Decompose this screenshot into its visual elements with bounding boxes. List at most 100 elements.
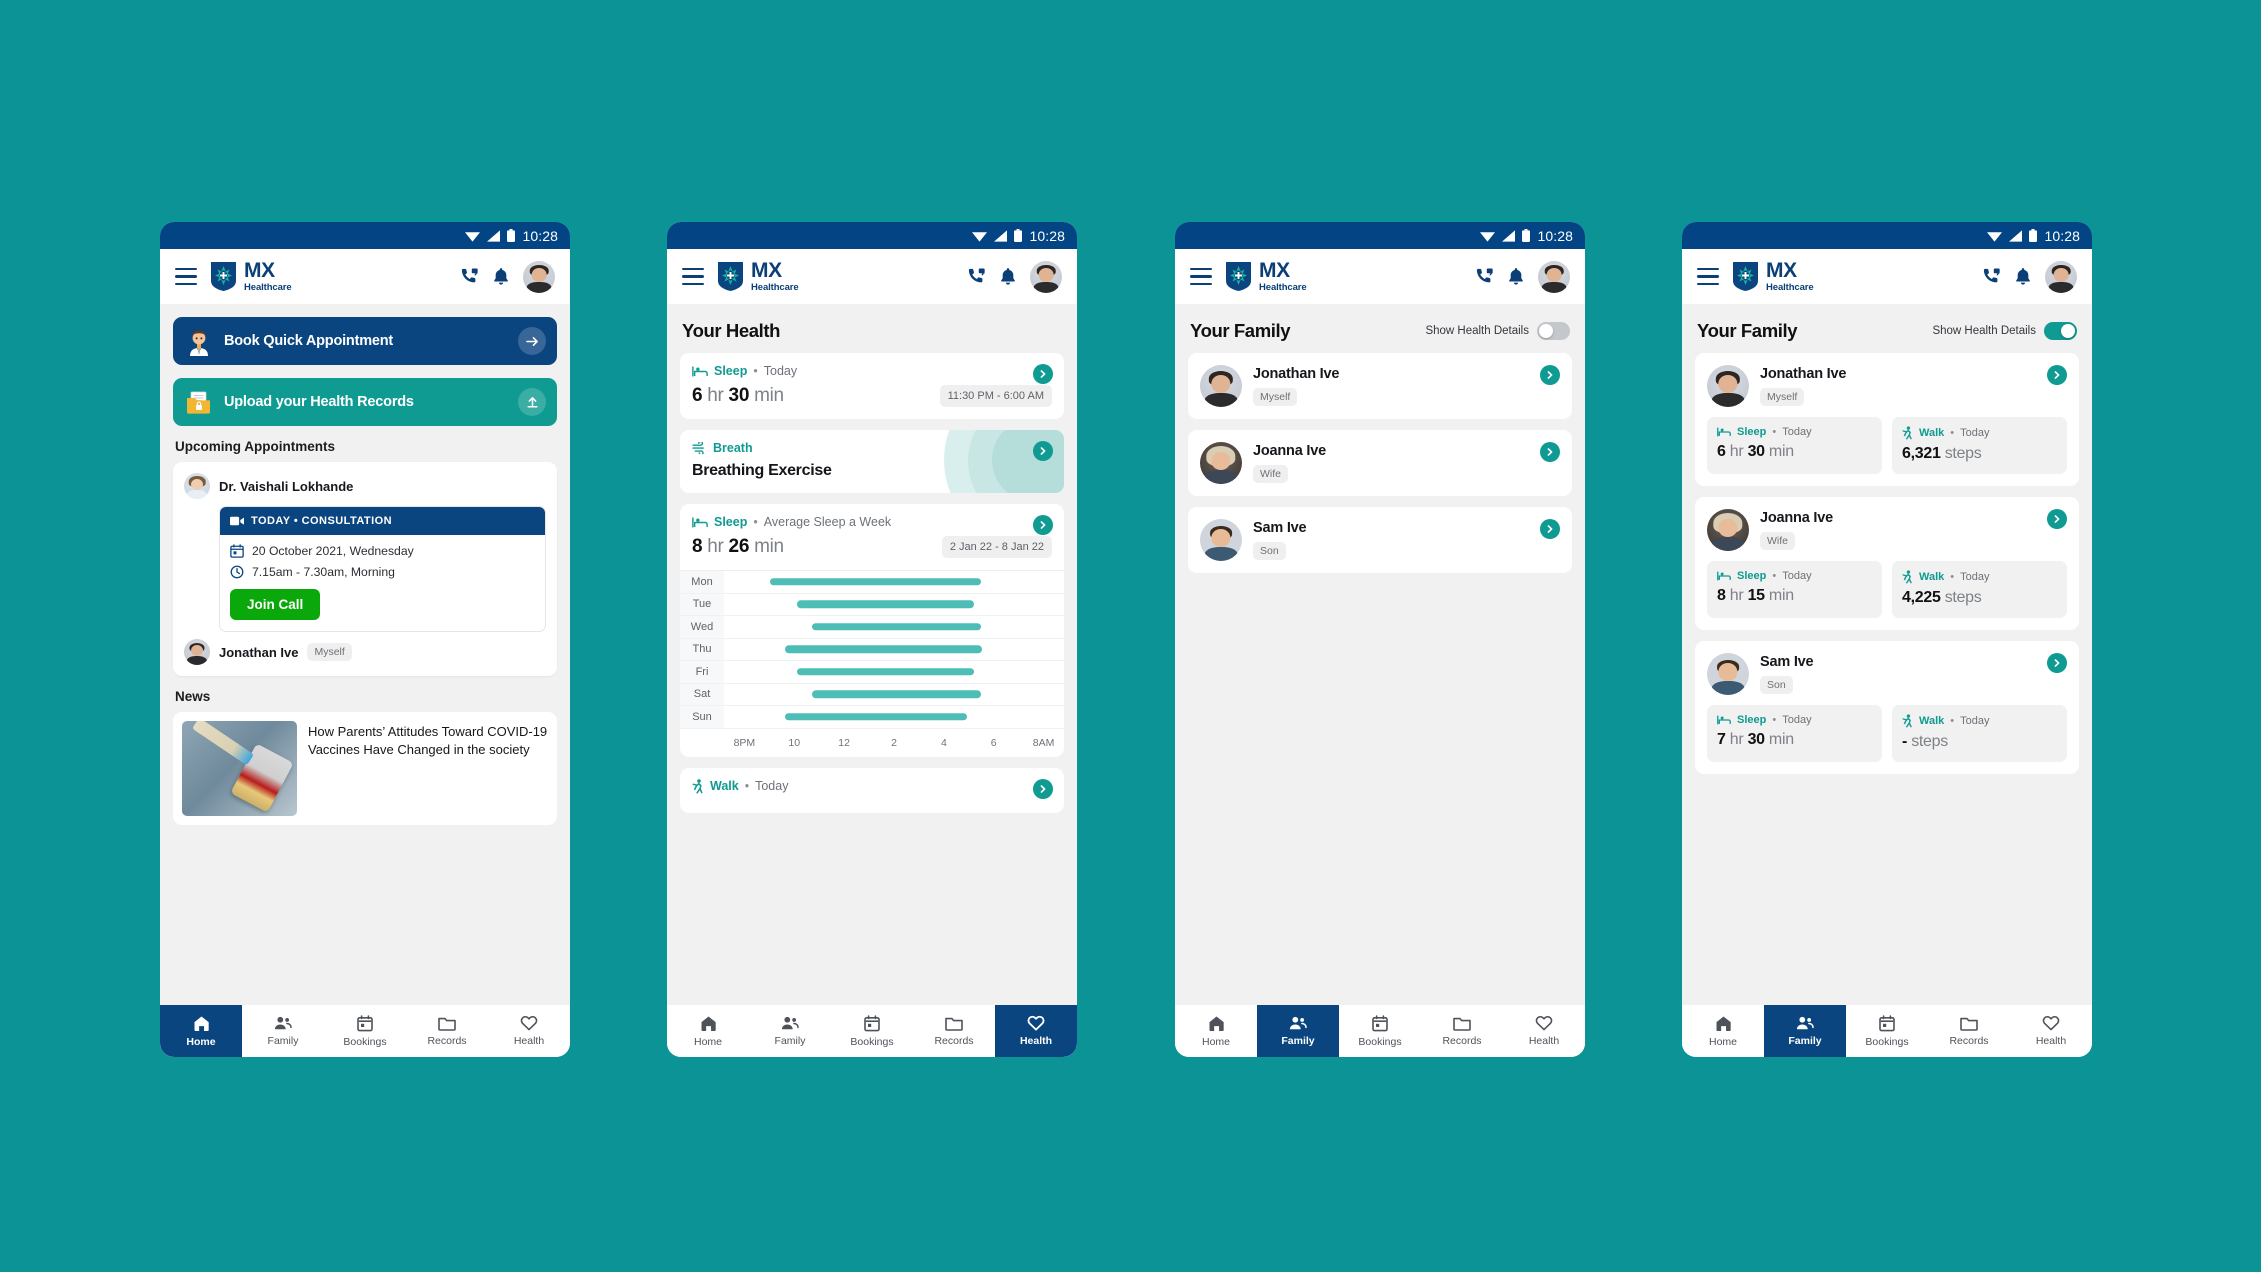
chart-row: Sun	[680, 706, 1064, 729]
show-health-details-toggle[interactable]	[2044, 322, 2077, 340]
bell-icon[interactable]	[2014, 267, 2032, 286]
family-page-head: Your Family Show Health Details	[1188, 304, 1572, 353]
nav-item-home[interactable]: Home	[667, 1005, 749, 1057]
family-member-card[interactable]: Joanna Ive Wife	[1188, 430, 1572, 496]
user-avatar[interactable]	[1538, 260, 1570, 293]
folder-icon	[1453, 1017, 1471, 1031]
chevron-right-icon[interactable]	[1033, 364, 1053, 384]
walk-stat[interactable]: Walk • Today - steps	[1892, 705, 2067, 762]
nav-item-health[interactable]: Health	[488, 1005, 570, 1057]
chevron-right-icon[interactable]	[1540, 442, 1560, 462]
home-scroll[interactable]: Book Quick Appointment Upload your Healt…	[160, 304, 570, 1057]
walk-stat[interactable]: Walk • Today 6,321 steps	[1892, 417, 2067, 474]
metric-period: Today	[755, 779, 789, 793]
chart-track	[724, 684, 1064, 706]
chevron-right-icon[interactable]	[2047, 365, 2067, 385]
phone-icon[interactable]	[1982, 267, 2001, 286]
home-icon	[1716, 1016, 1731, 1031]
walk-today-card[interactable]: Walk • Today	[680, 767, 1064, 813]
nav-item-health[interactable]: Health	[995, 1005, 1077, 1057]
nav-item-home[interactable]: Home	[160, 1005, 242, 1057]
upload-icon[interactable]	[518, 388, 546, 416]
nav-item-bookings[interactable]: Bookings	[1846, 1005, 1928, 1057]
join-call-button[interactable]: Join Call	[230, 589, 321, 620]
chevron-right-icon[interactable]	[1033, 441, 1053, 461]
nav-item-records[interactable]: Records	[406, 1005, 488, 1057]
chevron-right-icon[interactable]	[1540, 519, 1560, 539]
nav-item-home[interactable]: Home	[1175, 1005, 1257, 1057]
show-health-details-toggle[interactable]	[1537, 322, 1570, 340]
arrow-right-icon[interactable]	[518, 327, 546, 355]
bell-icon[interactable]	[999, 267, 1017, 286]
nav-item-home[interactable]: Home	[1682, 1005, 1764, 1057]
user-avatar[interactable]	[2045, 260, 2077, 293]
sleep-secondary: 30	[1747, 443, 1766, 460]
sleep-today-card[interactable]: Sleep • Today 6 hr 30 min 11:30 PM - 6:0…	[680, 353, 1064, 419]
phone-icon[interactable]	[1475, 267, 1494, 286]
menu-icon[interactable]	[1697, 267, 1719, 286]
health-scroll[interactable]: Your Health Sleep • Today 6 hr 30 min 11…	[667, 304, 1077, 1057]
family-member-card[interactable]: Sam Ive Son	[1188, 507, 1572, 573]
sleep-stat[interactable]: Sleep • Today 8 hr 15 min	[1707, 561, 1882, 618]
family-scroll[interactable]: Your Family Show Health Details Jonathan…	[1682, 304, 2092, 1057]
book-appointment-banner[interactable]: Book Quick Appointment	[173, 317, 557, 365]
nav-item-family[interactable]: Family	[749, 1005, 831, 1057]
sleep-stat[interactable]: Sleep • Today 7 hr 30 min	[1707, 705, 1882, 762]
family-scroll[interactable]: Your Family Show Health Details Jonathan…	[1175, 304, 1585, 1057]
nav-item-health[interactable]: Health	[2010, 1005, 2092, 1057]
nav-item-family[interactable]: Family	[1764, 1005, 1846, 1057]
bell-icon[interactable]	[492, 267, 510, 286]
status-time: 10:28	[2044, 227, 2080, 244]
brand-logo[interactable]: MX Healthcare	[1225, 260, 1307, 293]
breathing-exercise-card[interactable]: Breath Breathing Exercise	[680, 430, 1064, 493]
family-member-card[interactable]: Sam Ive Son Sleep • Today 7 hr 30 min Walk • Tod…	[1695, 641, 2079, 774]
bottom-navigation: Home Family Bookings Records Health	[1682, 1005, 2092, 1057]
nav-item-records[interactable]: Records	[1928, 1005, 2010, 1057]
appointment-card[interactable]: Dr. Vaishali Lokhande TODAY • CONSULTATI…	[173, 462, 557, 676]
family-member-card[interactable]: Joanna Ive Wife Sleep • Today 8 hr 15 min Walk…	[1695, 497, 2079, 630]
user-avatar[interactable]	[523, 260, 555, 293]
chart-day-label: Thu	[680, 638, 724, 660]
nav-item-bookings[interactable]: Bookings	[831, 1005, 913, 1057]
brand-logo[interactable]: MX Healthcare	[1732, 260, 1814, 293]
nav-label: Bookings	[1358, 1035, 1402, 1048]
signal-icon	[1502, 229, 1516, 242]
walk-stat[interactable]: Walk • Today 4,225 steps	[1892, 561, 2067, 618]
chart-row: Mon	[680, 571, 1064, 594]
menu-icon[interactable]	[1190, 267, 1212, 286]
bell-icon[interactable]	[1507, 267, 1525, 286]
nav-label: Records	[427, 1034, 467, 1047]
nav-item-family[interactable]: Family	[1257, 1005, 1339, 1057]
nav-item-records[interactable]: Records	[1421, 1005, 1503, 1057]
family-member-card[interactable]: Jonathan Ive Myself Sleep • Today 6 hr 30 min…	[1695, 353, 2079, 486]
chevron-right-icon[interactable]	[2047, 653, 2067, 673]
nav-item-health[interactable]: Health	[1503, 1005, 1585, 1057]
menu-icon[interactable]	[175, 267, 197, 286]
phone-icon[interactable]	[967, 267, 986, 286]
status-time: 10:28	[1537, 227, 1573, 244]
sleep-stat[interactable]: Sleep • Today 6 hr 30 min	[1707, 417, 1882, 474]
people-icon	[781, 1016, 799, 1030]
phone-icon[interactable]	[460, 267, 479, 286]
chevron-right-icon[interactable]	[1540, 365, 1560, 385]
brand-logo[interactable]: MX Healthcare	[210, 260, 292, 293]
upload-records-banner[interactable]: Upload your Health Records	[173, 378, 557, 426]
nav-item-bookings[interactable]: Bookings	[324, 1005, 406, 1057]
nav-label: Bookings	[850, 1035, 894, 1048]
chart-day-label: Fri	[680, 661, 724, 683]
brand-logo[interactable]: MX Healthcare	[717, 260, 799, 293]
signal-icon	[994, 229, 1008, 242]
metric-name: Sleep	[714, 364, 748, 378]
menu-icon[interactable]	[682, 267, 704, 286]
chevron-right-icon[interactable]	[2047, 509, 2067, 529]
family-member-card[interactable]: Jonathan Ive Myself	[1188, 353, 1572, 419]
sleep-week-card[interactable]: Sleep • Average Sleep a Week 8 hr 26 min…	[680, 504, 1064, 757]
nav-item-records[interactable]: Records	[913, 1005, 995, 1057]
chevron-right-icon[interactable]	[1033, 515, 1053, 535]
user-avatar[interactable]	[1030, 260, 1062, 293]
chevron-right-icon[interactable]	[1033, 778, 1053, 799]
news-item[interactable]: How Parents’ Attitudes Toward COVID-19 V…	[173, 712, 557, 825]
nav-item-family[interactable]: Family	[242, 1005, 324, 1057]
avatar	[1200, 519, 1242, 561]
nav-item-bookings[interactable]: Bookings	[1339, 1005, 1421, 1057]
